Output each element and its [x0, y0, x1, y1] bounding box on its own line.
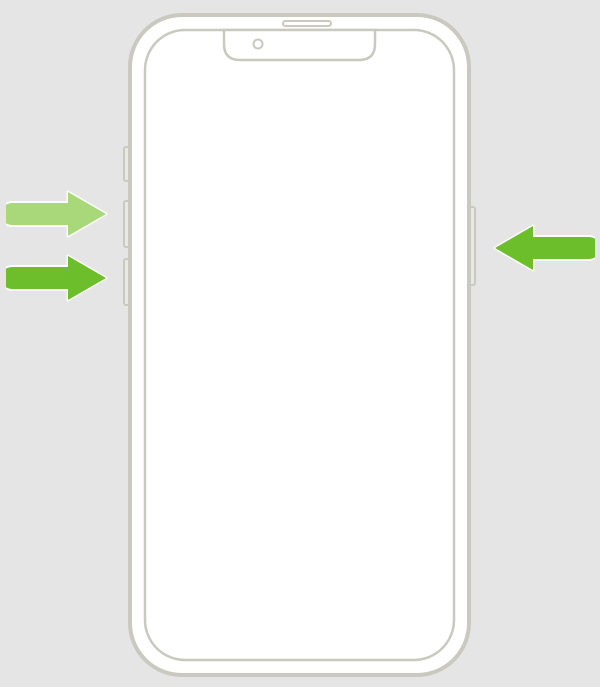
iphone-button-diagram: Volume Up button Volume Down button Side…: [0, 0, 600, 687]
arrow-volume-up-icon: Volume Up button: [6, 188, 118, 240]
iphone-outline-icon: [0, 0, 600, 687]
arrow-side-button-icon: Side button: [483, 222, 595, 274]
arrow-volume-down-icon: Volume Down button: [6, 252, 118, 304]
